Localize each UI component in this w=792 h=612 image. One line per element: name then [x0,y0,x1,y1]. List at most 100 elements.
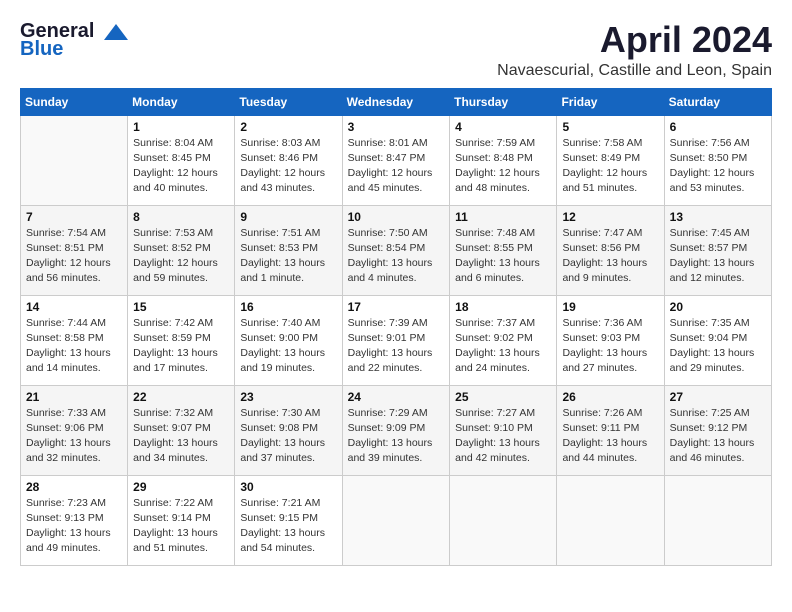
day-number: 30 [240,480,336,494]
day-number: 26 [562,390,658,404]
calendar-cell: 26 Sunrise: 7:26 AM Sunset: 9:11 PM Dayli… [557,385,664,475]
calendar-header-row: SundayMondayTuesdayWednesdayThursdayFrid… [21,88,772,115]
day-number: 1 [133,120,229,134]
weekday-header-thursday: Thursday [450,88,557,115]
calendar-cell: 23 Sunrise: 7:30 AM Sunset: 9:08 PM Dayli… [235,385,342,475]
calendar-cell [450,475,557,565]
calendar-table: SundayMondayTuesdayWednesdayThursdayFrid… [20,88,772,566]
day-number: 2 [240,120,336,134]
day-number: 4 [455,120,551,134]
day-number: 27 [670,390,766,404]
calendar-cell: 4 Sunrise: 7:59 AM Sunset: 8:48 PM Daylig… [450,115,557,205]
day-number: 10 [348,210,445,224]
day-number: 15 [133,300,229,314]
day-number: 11 [455,210,551,224]
day-number: 20 [670,300,766,314]
day-number: 29 [133,480,229,494]
logo-icon [102,22,130,42]
cell-info: Sunrise: 7:39 AM Sunset: 9:01 PM Dayligh… [348,316,445,377]
calendar-cell: 9Sunrise: 7:51 AM Sunset: 8:53 PM Daylig… [235,205,342,295]
cell-info: Sunrise: 8:03 AM Sunset: 8:46 PM Dayligh… [240,136,336,197]
calendar-cell: 19Sunrise: 7:36 AM Sunset: 9:03 PM Dayli… [557,295,664,385]
calendar-cell: 28Sunrise: 7:23 AM Sunset: 9:13 PM Dayli… [21,475,128,565]
calendar-cell: 16 Sunrise: 7:40 AM Sunset: 9:00 PM Dayli… [235,295,342,385]
day-number: 18 [455,300,551,314]
cell-info: Sunrise: 8:04 AM Sunset: 8:45 PM Dayligh… [133,136,229,197]
calendar-week-row: 7 Sunrise: 7:54 AM Sunset: 8:51 PM Daylig… [21,205,772,295]
day-number: 5 [562,120,658,134]
day-number: 22 [133,390,229,404]
cell-info: Sunrise: 7:50 AM Sunset: 8:54 PM Dayligh… [348,226,445,287]
cell-info: Sunrise: 7:27 AM Sunset: 9:10 PM Dayligh… [455,406,551,467]
logo-blue-text: Blue [20,38,63,61]
cell-info: Sunrise: 7:33 AM Sunset: 9:06 PM Dayligh… [26,406,122,467]
cell-info: Sunrise: 7:48 AM Sunset: 8:55 PM Dayligh… [455,226,551,287]
logo: General Blue [20,20,132,61]
weekday-header-friday: Friday [557,88,664,115]
day-number: 8 [133,210,229,224]
cell-info: Sunrise: 7:44 AM Sunset: 8:58 PM Dayligh… [26,316,122,377]
calendar-cell: 18 Sunrise: 7:37 AM Sunset: 9:02 PM Dayli… [450,295,557,385]
day-number: 23 [240,390,336,404]
calendar-cell [664,475,771,565]
calendar-cell: 12 Sunrise: 7:47 AM Sunset: 8:56 PM Dayli… [557,205,664,295]
cell-info: Sunrise: 7:36 AM Sunset: 9:03 PM Dayligh… [562,316,658,377]
calendar-cell: 22 Sunrise: 7:32 AM Sunset: 9:07 PM Dayli… [128,385,235,475]
month-title: April 2024 [497,20,772,60]
calendar-cell: 15Sunrise: 7:42 AM Sunset: 8:59 PM Dayli… [128,295,235,385]
day-number: 17 [348,300,445,314]
cell-info: Sunrise: 7:35 AM Sunset: 9:04 PM Dayligh… [670,316,766,377]
cell-info: Sunrise: 7:45 AM Sunset: 8:57 PM Dayligh… [670,226,766,287]
calendar-cell: 2 Sunrise: 8:03 AM Sunset: 8:46 PM Daylig… [235,115,342,205]
calendar-cell: 17 Sunrise: 7:39 AM Sunset: 9:01 PM Dayli… [342,295,450,385]
cell-info: Sunrise: 8:01 AM Sunset: 8:47 PM Dayligh… [348,136,445,197]
calendar-cell: 24Sunrise: 7:29 AM Sunset: 9:09 PM Dayli… [342,385,450,475]
calendar-cell: 25Sunrise: 7:27 AM Sunset: 9:10 PM Dayli… [450,385,557,475]
weekday-header-monday: Monday [128,88,235,115]
day-number: 6 [670,120,766,134]
cell-info: Sunrise: 7:58 AM Sunset: 8:49 PM Dayligh… [562,136,658,197]
calendar-week-row: 14 Sunrise: 7:44 AM Sunset: 8:58 PM Dayli… [21,295,772,385]
day-number: 13 [670,210,766,224]
day-number: 12 [562,210,658,224]
calendar-cell: 21 Sunrise: 7:33 AM Sunset: 9:06 PM Dayli… [21,385,128,475]
calendar-cell: 5 Sunrise: 7:58 AM Sunset: 8:49 PM Daylig… [557,115,664,205]
day-number: 21 [26,390,122,404]
cell-info: Sunrise: 7:32 AM Sunset: 9:07 PM Dayligh… [133,406,229,467]
calendar-cell [21,115,128,205]
calendar-cell: 6 Sunrise: 7:56 AM Sunset: 8:50 PM Daylig… [664,115,771,205]
weekday-header-tuesday: Tuesday [235,88,342,115]
calendar-cell: 1 Sunrise: 8:04 AM Sunset: 8:45 PM Daylig… [128,115,235,205]
day-number: 16 [240,300,336,314]
weekday-header-saturday: Saturday [664,88,771,115]
cell-info: Sunrise: 7:26 AM Sunset: 9:11 PM Dayligh… [562,406,658,467]
cell-info: Sunrise: 7:40 AM Sunset: 9:00 PM Dayligh… [240,316,336,377]
cell-info: Sunrise: 7:37 AM Sunset: 9:02 PM Dayligh… [455,316,551,377]
cell-info: Sunrise: 7:59 AM Sunset: 8:48 PM Dayligh… [455,136,551,197]
calendar-cell: 7 Sunrise: 7:54 AM Sunset: 8:51 PM Daylig… [21,205,128,295]
day-number: 9 [240,210,336,224]
location-subtitle: Navaescurial, Castille and Leon, Spain [497,62,772,80]
cell-info: Sunrise: 7:21 AM Sunset: 9:15 PM Dayligh… [240,496,336,557]
day-number: 14 [26,300,122,314]
weekday-header-wednesday: Wednesday [342,88,450,115]
cell-info: Sunrise: 7:23 AM Sunset: 9:13 PM Dayligh… [26,496,122,557]
cell-info: Sunrise: 7:25 AM Sunset: 9:12 PM Dayligh… [670,406,766,467]
cell-info: Sunrise: 7:56 AM Sunset: 8:50 PM Dayligh… [670,136,766,197]
cell-info: Sunrise: 7:47 AM Sunset: 8:56 PM Dayligh… [562,226,658,287]
day-number: 3 [348,120,445,134]
calendar-cell: 20 Sunrise: 7:35 AM Sunset: 9:04 PM Dayli… [664,295,771,385]
calendar-cell: 14 Sunrise: 7:44 AM Sunset: 8:58 PM Dayli… [21,295,128,385]
calendar-cell [557,475,664,565]
calendar-week-row: 28Sunrise: 7:23 AM Sunset: 9:13 PM Dayli… [21,475,772,565]
calendar-week-row: 1 Sunrise: 8:04 AM Sunset: 8:45 PM Daylig… [21,115,772,205]
page-header: General Blue April 2024 Navaescurial, Ca… [20,20,772,80]
calendar-cell: 11 Sunrise: 7:48 AM Sunset: 8:55 PM Dayli… [450,205,557,295]
calendar-week-row: 21 Sunrise: 7:33 AM Sunset: 9:06 PM Dayli… [21,385,772,475]
cell-info: Sunrise: 7:54 AM Sunset: 8:51 PM Dayligh… [26,226,122,287]
cell-info: Sunrise: 7:22 AM Sunset: 9:14 PM Dayligh… [133,496,229,557]
day-number: 7 [26,210,122,224]
title-area: April 2024 Navaescurial, Castille and Le… [497,20,772,80]
cell-info: Sunrise: 7:30 AM Sunset: 9:08 PM Dayligh… [240,406,336,467]
calendar-cell: 13 Sunrise: 7:45 AM Sunset: 8:57 PM Dayli… [664,205,771,295]
